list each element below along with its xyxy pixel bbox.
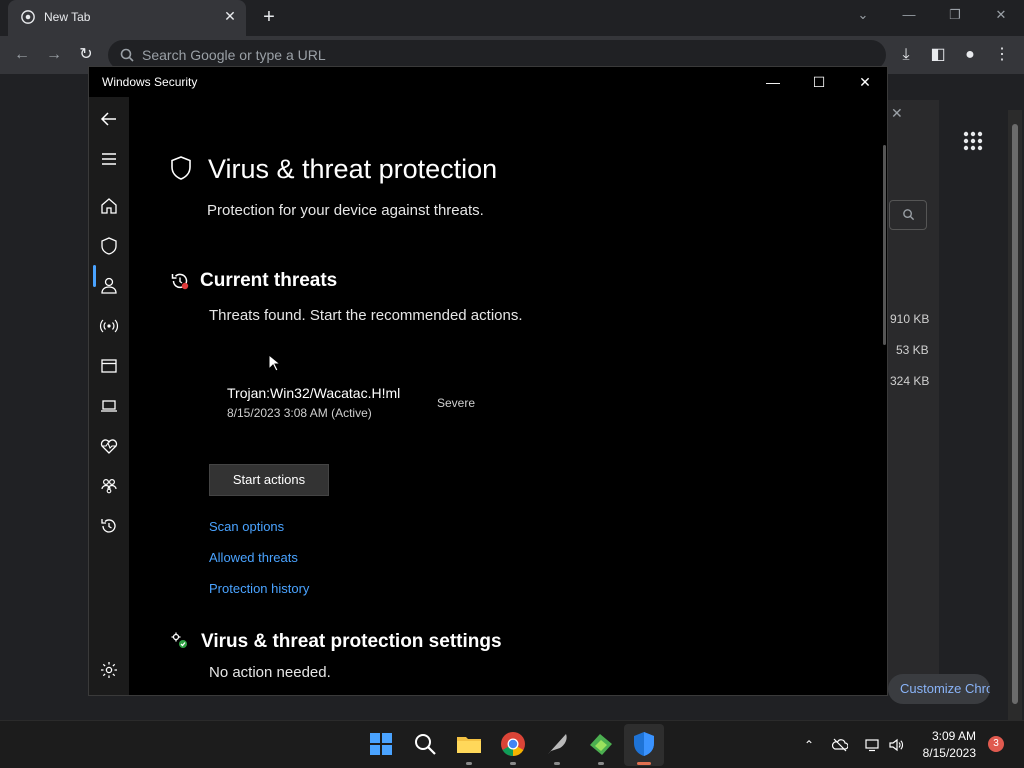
chrome-tabbar: New Tab ✕ + ⌄ — ❐ ✕ <box>0 0 1024 36</box>
content-scrollbar[interactable] <box>883 145 886 345</box>
tab-close-icon[interactable]: ✕ <box>222 8 238 24</box>
download-icon[interactable]: ⤓ <box>894 43 918 67</box>
shield-icon[interactable] <box>99 236 119 256</box>
minimize-button[interactable]: — <box>894 4 924 26</box>
family-icon[interactable] <box>99 476 119 496</box>
current-threats-title: Current threats <box>200 270 338 291</box>
window-close-button[interactable]: ✕ <box>848 71 882 93</box>
settings-gears-icon <box>171 632 187 648</box>
profile-icon[interactable]: ● <box>958 43 982 67</box>
page-shield-icon <box>171 156 191 180</box>
download-size: 53 KB <box>896 343 929 357</box>
window-titlebar: Windows Security — ☐ ✕ <box>89 67 887 97</box>
notification-badge[interactable]: 3 <box>988 736 1004 752</box>
new-tab-button[interactable]: + <box>258 7 280 29</box>
threat-history-icon <box>171 273 189 290</box>
active-app-indicator <box>637 762 651 765</box>
mouse-cursor-icon <box>268 354 280 372</box>
page-subtitle: Protection for your device against threa… <box>207 202 484 219</box>
forward-arrow-icon[interactable]: → <box>42 43 66 67</box>
app-browser-icon[interactable] <box>99 356 119 376</box>
window-title: Windows Security <box>102 75 198 89</box>
tab-search-icon[interactable]: ⌄ <box>848 4 878 26</box>
google-apps-icon[interactable] <box>962 130 984 152</box>
settings-icon[interactable] <box>99 660 119 680</box>
history-icon[interactable] <box>99 516 119 536</box>
onedrive-icon[interactable] <box>832 737 848 753</box>
search-icon <box>120 48 134 62</box>
customize-chrome-button[interactable]: Customize Chrome <box>888 674 990 704</box>
clock-date[interactable]: 8/15/2023 <box>900 746 976 760</box>
restore-button[interactable]: ❐ <box>940 4 970 26</box>
reload-icon[interactable]: ↻ <box>74 43 98 67</box>
app-indicator <box>598 762 604 765</box>
green-app-icon[interactable] <box>586 729 616 759</box>
nav-sidebar <box>89 97 129 695</box>
download-size: 910 KB <box>890 312 930 326</box>
app-indicator <box>554 762 560 765</box>
clock-time[interactable]: 3:09 AM <box>900 729 976 743</box>
threat-name[interactable]: Trojan:Win32/Wacatac.H!ml <box>227 385 400 401</box>
current-threats-status: Threats found. Start the recommended act… <box>209 307 523 324</box>
taskbar: ⌃ 3:09 AM 8/15/2023 <box>0 720 1024 768</box>
file-explorer-icon[interactable] <box>454 729 484 759</box>
menu-icon[interactable] <box>99 149 119 169</box>
back-arrow-icon[interactable]: ← <box>10 43 34 67</box>
account-icon[interactable] <box>99 276 119 296</box>
tray-overflow-icon[interactable]: ⌃ <box>801 737 817 753</box>
windows-security-window: Windows Security — ☐ ✕ Virus & threat pr… <box>88 66 888 696</box>
threat-severity: Severe <box>437 396 476 410</box>
chrome-icon[interactable] <box>498 729 528 759</box>
app-indicator <box>510 762 516 765</box>
tab-new-tab[interactable]: New Tab ✕ <box>8 0 246 36</box>
panel-search-box[interactable] <box>889 200 927 230</box>
network-icon[interactable] <box>99 316 119 336</box>
feather-app-icon[interactable] <box>542 729 572 759</box>
main-content: Virus & threat protection Protection for… <box>129 97 887 695</box>
nav-active-indicator <box>93 265 96 287</box>
close-button[interactable]: ✕ <box>986 4 1016 26</box>
scan-options-link[interactable]: Scan options <box>209 519 284 534</box>
protection-settings-status: No action needed. <box>209 664 331 681</box>
app-indicator <box>466 762 472 765</box>
back-icon[interactable] <box>99 109 119 129</box>
download-size: 324 KB <box>890 374 930 388</box>
start-icon[interactable] <box>366 729 396 759</box>
page-title: Virus & threat protection <box>208 154 498 184</box>
threat-time: 8/15/2023 3:08 AM (Active) <box>227 406 372 420</box>
tab-title: New Tab <box>44 10 91 24</box>
side-panel-icon[interactable]: ◧ <box>926 43 950 67</box>
window-minimize-button[interactable]: — <box>756 71 790 93</box>
page-scrollbar[interactable] <box>1008 110 1022 720</box>
protection-settings-title: Virus & threat protection settings <box>201 631 502 652</box>
panel-close-icon[interactable]: ✕ <box>891 105 931 127</box>
omnibox-placeholder: Search Google or type a URL <box>142 47 326 63</box>
allowed-threats-link[interactable]: Allowed threats <box>209 550 298 565</box>
start-actions-button[interactable]: Start actions <box>209 464 329 496</box>
windows-security-icon[interactable] <box>629 729 659 759</box>
panel-search-icon <box>903 209 915 221</box>
menu-dots-icon[interactable]: ⋮ <box>990 43 1014 67</box>
home-icon[interactable] <box>99 196 119 216</box>
network-icon[interactable] <box>864 737 880 753</box>
search-icon[interactable] <box>410 729 440 759</box>
window-maximize-button[interactable]: ☐ <box>802 71 836 93</box>
protection-history-link[interactable]: Protection history <box>209 581 309 596</box>
chrome-favicon-icon <box>21 10 35 24</box>
device-health-icon[interactable] <box>99 436 119 456</box>
device-security-icon[interactable] <box>99 396 119 416</box>
downloads-panel: ✕ <box>887 100 939 688</box>
